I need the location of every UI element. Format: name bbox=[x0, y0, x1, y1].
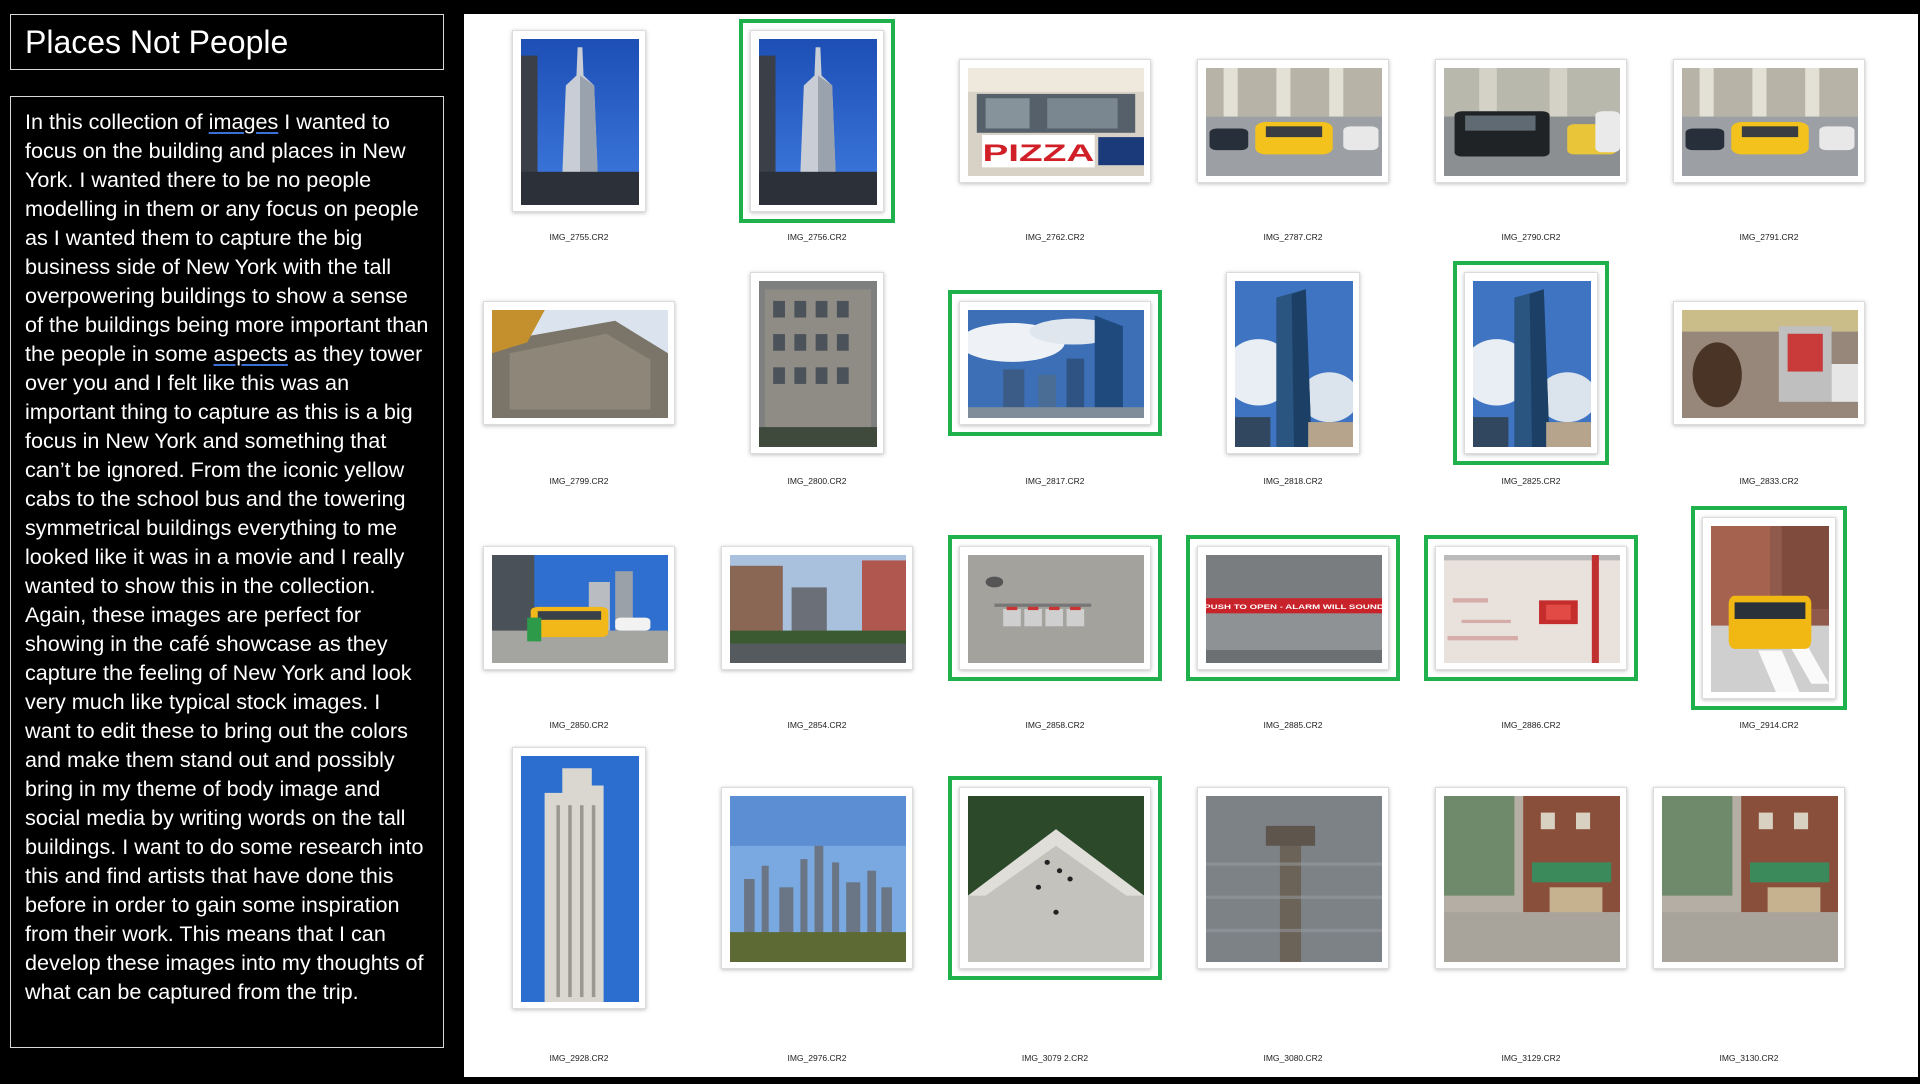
photo-frame[interactable] bbox=[1653, 787, 1845, 969]
description-part-1: In this collection of bbox=[25, 109, 209, 134]
photo-filename: IMG_2756.CR2 bbox=[787, 232, 847, 242]
photo-frame[interactable] bbox=[1197, 59, 1389, 183]
photo-frame[interactable] bbox=[1197, 787, 1389, 969]
photo-frame[interactable] bbox=[1226, 272, 1360, 454]
photo-image: PIZZA bbox=[968, 68, 1144, 176]
photo-frame[interactable] bbox=[512, 30, 646, 212]
photo-filename: IMG_2800.CR2 bbox=[787, 476, 847, 486]
photo-image bbox=[968, 555, 1144, 663]
photo-frame[interactable] bbox=[959, 546, 1151, 670]
photo-filename: IMG_2858.CR2 bbox=[1025, 720, 1085, 730]
photo-image bbox=[1444, 796, 1620, 962]
title-box: Places Not People bbox=[10, 14, 444, 70]
photo-image bbox=[759, 39, 877, 205]
photo-filename: IMG_2833.CR2 bbox=[1739, 476, 1799, 486]
svg-text:PUSH TO OPEN - ALARM WILL SOUN: PUSH TO OPEN - ALARM WILL SOUND bbox=[1206, 604, 1382, 611]
photo-image bbox=[1206, 68, 1382, 176]
photo-image bbox=[730, 796, 906, 962]
photo-frame[interactable] bbox=[483, 546, 675, 670]
photo-filename: IMG_2762.CR2 bbox=[1025, 232, 1085, 242]
photo-image bbox=[1711, 526, 1829, 692]
photo-frame[interactable] bbox=[1464, 272, 1598, 454]
photo-filename: IMG_2976.CR2 bbox=[787, 1053, 847, 1063]
photo-filename: IMG_3080.CR2 bbox=[1263, 1053, 1323, 1063]
photo-image bbox=[492, 310, 668, 418]
photo-filename: IMG_2914.CR2 bbox=[1739, 720, 1799, 730]
page-title: Places Not People bbox=[25, 23, 289, 60]
photo-image bbox=[492, 555, 668, 663]
svg-text:PIZZA: PIZZA bbox=[982, 139, 1094, 166]
photo-frame[interactable] bbox=[1673, 301, 1865, 425]
photo-image: PUSH TO OPEN - ALARM WILL SOUND bbox=[1206, 555, 1382, 663]
aspects-link[interactable]: aspects bbox=[213, 341, 287, 366]
photo-filename: IMG_2791.CR2 bbox=[1739, 232, 1799, 242]
photo-frame[interactable] bbox=[959, 787, 1151, 969]
photo-frame[interactable] bbox=[750, 272, 884, 454]
photo-filename: IMG_2825.CR2 bbox=[1501, 476, 1561, 486]
photo-image bbox=[730, 555, 906, 663]
photo-filename: IMG_2799.CR2 bbox=[549, 476, 609, 486]
photo-filename: IMG_2886.CR2 bbox=[1501, 720, 1561, 730]
photo-filename: IMG_2885.CR2 bbox=[1263, 720, 1323, 730]
photo-filename: IMG_2755.CR2 bbox=[549, 232, 609, 242]
description-text: In this collection of images I wanted to… bbox=[25, 107, 431, 1006]
description-part-3: as they tower over you and I felt like t… bbox=[25, 341, 424, 1004]
photo-filename: IMG_2790.CR2 bbox=[1501, 232, 1561, 242]
photo-frame[interactable] bbox=[721, 787, 913, 969]
photo-filename: IMG_2928.CR2 bbox=[549, 1053, 609, 1063]
photo-image bbox=[521, 39, 639, 205]
photo-image bbox=[1235, 281, 1353, 447]
photo-image bbox=[1473, 281, 1591, 447]
photo-image bbox=[1444, 555, 1620, 663]
photo-frame[interactable] bbox=[1435, 546, 1627, 670]
photo-filename: IMG_2818.CR2 bbox=[1263, 476, 1323, 486]
photo-image bbox=[968, 796, 1144, 962]
photo-frame[interactable]: PIZZA bbox=[959, 59, 1151, 183]
photo-filename: IMG_2787.CR2 bbox=[1263, 232, 1323, 242]
description-part-2: I wanted to focus on the building and pl… bbox=[25, 109, 429, 366]
photo-frame[interactable] bbox=[483, 301, 675, 425]
photo-frame[interactable] bbox=[750, 30, 884, 212]
photo-frame[interactable] bbox=[1435, 787, 1627, 969]
images-link[interactable]: images bbox=[209, 109, 279, 134]
photo-frame[interactable] bbox=[1673, 59, 1865, 183]
photo-filename: IMG_3129.CR2 bbox=[1501, 1053, 1561, 1063]
description-box: In this collection of images I wanted to… bbox=[10, 96, 444, 1048]
photo-frame[interactable]: PUSH TO OPEN - ALARM WILL SOUND bbox=[1197, 546, 1389, 670]
photo-filename: IMG_3130.CR2 bbox=[1719, 1053, 1779, 1063]
photo-frame[interactable] bbox=[959, 301, 1151, 425]
photo-filename: IMG_2817.CR2 bbox=[1025, 476, 1085, 486]
photo-image bbox=[1682, 68, 1858, 176]
photo-image bbox=[1662, 796, 1838, 962]
photo-filename: IMG_3079 2.CR2 bbox=[1021, 1053, 1089, 1063]
photo-image bbox=[968, 310, 1144, 418]
photo-image bbox=[1444, 68, 1620, 176]
photo-frame[interactable] bbox=[1702, 517, 1836, 699]
photo-filename: IMG_2850.CR2 bbox=[549, 720, 609, 730]
photo-frame[interactable] bbox=[1435, 59, 1627, 183]
photo-image bbox=[1206, 796, 1382, 962]
photo-gallery[interactable]: IMG_2755.CR2 IMG_2756.CR2 PIZZA IMG_2762.CR… bbox=[464, 14, 1918, 1077]
photo-image bbox=[759, 281, 877, 447]
photo-frame[interactable] bbox=[512, 747, 646, 1009]
photo-image bbox=[521, 756, 639, 1002]
photo-filename: IMG_2854.CR2 bbox=[787, 720, 847, 730]
photo-image bbox=[1682, 310, 1858, 418]
photo-frame[interactable] bbox=[721, 546, 913, 670]
